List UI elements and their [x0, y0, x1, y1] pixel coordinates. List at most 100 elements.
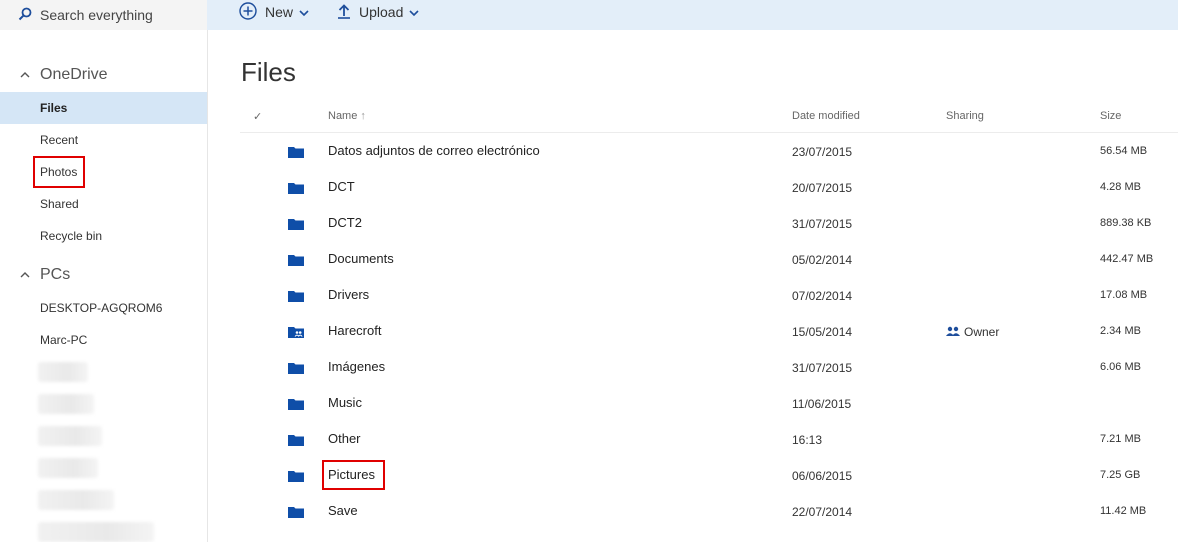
file-size: 7.25 GB — [1100, 469, 1141, 481]
upload-arrow-icon — [337, 3, 351, 22]
redacted-nav-item — [38, 458, 98, 478]
file-name[interactable]: DCT — [328, 179, 355, 194]
column-header-sharing[interactable]: Sharing — [946, 110, 984, 122]
nav-item-recycle-bin[interactable]: Recycle bin — [0, 220, 207, 252]
file-name[interactable]: Music — [328, 395, 362, 410]
folder-icon — [288, 289, 304, 307]
redacted-nav-item — [38, 362, 88, 382]
file-sharing: Owner — [946, 325, 999, 339]
file-row[interactable]: Imágenes 31/07/2015 6.06 MB — [240, 349, 1178, 385]
file-date-modified: 31/07/2015 — [792, 217, 853, 231]
column-header-date-modified[interactable]: Date modified — [792, 110, 860, 122]
nav-item-label: Recent — [40, 133, 79, 147]
folder-icon — [288, 145, 304, 163]
pcs-section-header[interactable]: PCs — [20, 266, 70, 284]
pcs-label: PCs — [40, 266, 71, 283]
file-name[interactable]: Other — [328, 431, 361, 446]
file-row[interactable]: Datos adjuntos de correo electrónico 23/0… — [240, 133, 1178, 169]
file-name[interactable]: Drivers — [328, 287, 369, 302]
redacted-nav-item — [38, 490, 114, 510]
nav-item-files[interactable]: Files — [0, 92, 207, 124]
redacted-nav-item — [38, 394, 94, 414]
file-date-modified: 23/07/2015 — [792, 145, 853, 159]
file-size: 17.08 MB — [1100, 289, 1148, 301]
file-size: 889.38 KB — [1100, 217, 1152, 229]
chevron-down-icon — [409, 4, 419, 20]
file-date-modified: 20/07/2015 — [792, 181, 853, 195]
file-date-modified: 22/07/2014 — [792, 505, 853, 519]
file-date-modified: 31/07/2015 — [792, 361, 853, 375]
new-label: New — [265, 4, 294, 20]
nav-item-label: DESKTOP-AGQROM6 — [40, 301, 163, 315]
nav-item-recent[interactable]: Recent — [0, 124, 207, 156]
upload-label: Upload — [359, 4, 404, 20]
file-size: 56.54 MB — [1100, 145, 1148, 157]
page-title: Files — [241, 57, 296, 87]
search-icon — [18, 7, 40, 24]
folder-icon — [288, 181, 304, 199]
file-name[interactable]: Imágenes — [328, 359, 385, 374]
file-row[interactable]: Music 11/06/2015 — [240, 385, 1178, 421]
file-date-modified: 15/05/2014 — [792, 325, 853, 339]
file-row[interactable]: Other 16:13 7.21 MB — [240, 421, 1178, 457]
file-size: 11.42 MB — [1100, 505, 1147, 517]
photos-highlight-box — [33, 156, 85, 188]
file-size: 4.28 MB — [1100, 181, 1141, 193]
nav-item-shared[interactable]: Shared — [0, 188, 207, 220]
shared-folder-icon — [288, 325, 304, 343]
file-date-modified: 05/02/2014 — [792, 253, 853, 267]
file-row[interactable]: Save 22/07/2014 11.42 MB — [240, 493, 1178, 529]
onedrive-label: OneDrive — [40, 66, 108, 83]
onedrive-section-header[interactable]: OneDrive — [20, 66, 108, 84]
file-date-modified: 07/02/2014 — [792, 289, 853, 303]
new-button[interactable]: New — [239, 0, 309, 24]
folder-icon — [288, 397, 304, 415]
folder-icon — [288, 505, 304, 523]
chevron-up-icon — [20, 266, 40, 284]
people-icon — [946, 325, 964, 339]
file-date-modified: 06/06/2015 — [792, 469, 853, 483]
command-bar: Search everything New Upload — [0, 0, 1178, 30]
pictures-highlight-box — [322, 460, 385, 490]
file-name[interactable]: Datos adjuntos de correo electrónico — [328, 143, 540, 158]
file-size: 6.06 MB — [1100, 361, 1141, 373]
nav-item-label: Files — [40, 101, 68, 115]
file-date-modified: 16:13 — [792, 433, 823, 447]
folder-icon — [288, 469, 304, 487]
file-name[interactable]: Harecroft — [328, 323, 381, 338]
folder-icon — [288, 433, 304, 451]
file-size: 2.34 MB — [1100, 325, 1141, 337]
nav-item-label: Marc-PC — [40, 333, 88, 347]
column-header-size[interactable]: Size — [1100, 110, 1121, 122]
nav-item-marc-pc[interactable]: Marc-PC — [0, 324, 207, 356]
file-name[interactable]: Documents — [328, 251, 394, 266]
folder-icon — [288, 217, 304, 235]
file-row[interactable]: Documents 05/02/2014 442.47 MB — [240, 241, 1178, 277]
nav-item-desktop-pc[interactable]: DESKTOP-AGQROM6 — [0, 292, 207, 324]
file-row[interactable]: DCT 20/07/2015 4.28 MB — [240, 169, 1178, 205]
redacted-nav-item — [38, 522, 154, 542]
select-all-checkmark[interactable]: ✓ — [253, 110, 262, 123]
redacted-nav-item — [38, 426, 102, 446]
file-sharing-label: Owner — [964, 325, 1000, 339]
file-date-modified: 11/06/2015 — [792, 397, 852, 411]
file-name[interactable]: DCT2 — [328, 215, 362, 230]
chevron-up-icon — [20, 66, 40, 84]
folder-icon — [288, 253, 304, 271]
folder-icon — [288, 361, 304, 379]
column-header-name-label: Name — [328, 110, 358, 122]
nav-item-label: Recycle bin — [40, 229, 103, 243]
search-placeholder: Search everything — [40, 7, 153, 23]
file-name[interactable]: Save — [328, 503, 358, 518]
upload-button[interactable]: Upload — [337, 0, 419, 24]
chevron-down-icon — [299, 4, 309, 20]
file-row[interactable]: Harecroft 15/05/2014 Owner 2.34 MB — [240, 313, 1178, 349]
nav-item-photos[interactable]: Photos — [0, 156, 207, 188]
file-size: 7.21 MB — [1100, 433, 1141, 445]
file-row[interactable]: Drivers 07/02/2014 17.08 MB — [240, 277, 1178, 313]
file-row[interactable]: DCT2 31/07/2015 889.38 KB — [240, 205, 1178, 241]
plus-circle-icon — [239, 1, 257, 23]
search-box[interactable]: Search everything — [0, 0, 207, 30]
column-header-name[interactable]: Name ↑ — [328, 110, 366, 122]
sort-ascending-icon: ↑ — [360, 110, 366, 122]
